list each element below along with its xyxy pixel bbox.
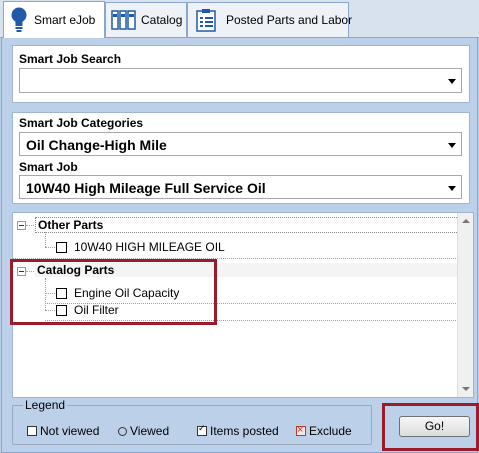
legend-label: Viewed: [130, 424, 170, 438]
tab-catalog[interactable]: Catalog: [105, 2, 187, 37]
collapse-icon[interactable]: [17, 221, 26, 230]
smartjob-value: 10W40 High Mileage Full Service Oil: [26, 180, 266, 196]
legend-item-not-viewed: Not viewed: [27, 424, 99, 438]
search-group: Smart Job Search: [12, 45, 470, 103]
tab-smart-ejob[interactable]: Smart eJob: [3, 1, 105, 38]
empty-square-icon: [27, 426, 37, 436]
posted-list-icon: [196, 8, 216, 32]
tab-posted-parts-labor[interactable]: Posted Parts and Labor: [187, 2, 353, 37]
legend-item-exclude: Exclude: [296, 423, 352, 438]
tree-item-10w40-oil[interactable]: 10W40 HIGH MILEAGE OIL: [74, 240, 225, 254]
tab-label: Posted Parts and Labor: [226, 13, 353, 27]
legend-label: Not viewed: [40, 424, 100, 438]
catalog-parts-highlight: [10, 259, 217, 325]
legend-item-posted: Items posted: [197, 423, 279, 438]
search-label: Smart Job Search: [19, 52, 122, 66]
chevron-down-icon[interactable]: [448, 186, 456, 191]
legend-title: Legend: [23, 398, 68, 412]
categories-label: Smart Job Categories: [19, 116, 144, 130]
legend-label: Exclude: [309, 424, 352, 438]
tree-scrollbar[interactable]: [457, 213, 473, 397]
scroll-up-icon[interactable]: [462, 219, 470, 223]
tab-strip: Smart eJob Catalog Posted Parts and Labo…: [0, 0, 479, 38]
tree-node-other-parts[interactable]: Other Parts: [35, 217, 459, 233]
smartjob-label: Smart Job: [19, 160, 78, 174]
tab-label: Catalog: [141, 13, 183, 27]
checked-square-icon: [197, 423, 207, 436]
chevron-down-icon[interactable]: [448, 79, 456, 84]
checkbox[interactable]: [56, 242, 67, 253]
scroll-down-icon[interactable]: [462, 387, 470, 391]
tab-label: Smart eJob: [34, 13, 96, 27]
x-square-icon: [296, 423, 306, 437]
smart-job-combo[interactable]: 10W40 High Mileage Full Service Oil: [19, 175, 462, 199]
chevron-down-icon[interactable]: [448, 143, 456, 148]
legend-label: Items posted: [210, 424, 279, 438]
categories-value: Oil Change-High Mile: [26, 137, 167, 153]
go-button[interactable]: Go!: [399, 416, 470, 437]
tree-node-label: Other Parts: [38, 218, 104, 232]
smart-job-search-combo[interactable]: [19, 68, 462, 93]
legend: Legend Not viewed Viewed Items posted Ex…: [12, 398, 372, 445]
catalog-books-icon: [111, 9, 137, 31]
categories-group: Smart Job Categories Oil Change-High Mil…: [12, 112, 470, 204]
smart-job-categories-combo[interactable]: Oil Change-High Mile: [19, 132, 462, 156]
circle-icon: [118, 426, 127, 436]
legend-item-viewed: Viewed: [118, 424, 169, 438]
lightbulb-icon: [10, 6, 28, 34]
